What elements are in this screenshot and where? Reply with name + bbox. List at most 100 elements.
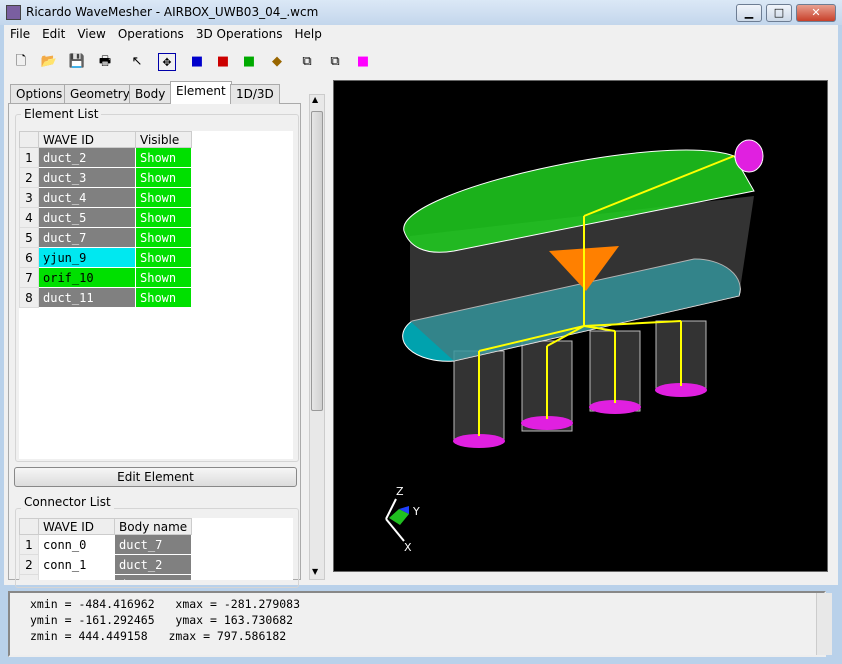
row-number: 3 (19, 187, 39, 208)
open-folder-icon[interactable]: 📂 (40, 53, 58, 71)
row-number: 4 (19, 207, 39, 228)
console-line: xmin = -484.416962 xmax = -281.279083 (30, 597, 301, 611)
axis-z-label: Z (396, 485, 404, 498)
menu-file[interactable]: File (4, 25, 36, 43)
row-number: 1 (19, 147, 39, 168)
visible-cell[interactable]: Shown (135, 227, 192, 248)
row-number: 2 (19, 167, 39, 188)
wave-id-cell[interactable]: conn_1 (38, 554, 115, 575)
connector-table: WAVE ID Body name 1 conn_0 duct_7 2 conn_1 duc… (19, 518, 293, 580)
row-number: 2 (19, 554, 39, 575)
axis-y-label: Y (412, 505, 420, 518)
edit-element-button[interactable]: Edit Element (14, 467, 297, 487)
table-row[interactable]: 3conn_2duct_4 (19, 574, 193, 580)
visible-cell[interactable]: Shown (135, 167, 192, 188)
save-icon[interactable]: 💾 (68, 53, 86, 71)
wave-id-cell[interactable]: yjun_9 (38, 247, 136, 268)
toolbar: 🗋 📂 💾 🖶 ↖ ✥ ■ ■ ■ ◆ ⧉ ⧉ ■ (4, 45, 838, 77)
wireframe-box-icon[interactable]: ⧉ (298, 53, 316, 71)
menu-edit[interactable]: Edit (36, 25, 71, 43)
view-zx-icon[interactable]: ■ (240, 53, 258, 71)
shaded-box-icon[interactable]: ⧉ (326, 53, 344, 71)
select-arrow-icon[interactable]: ↖ (128, 53, 146, 71)
col-visible[interactable]: Visible (135, 131, 192, 148)
mesh-render: Z Y X (385, 139, 764, 554)
fit-view-icon[interactable]: ✥ (158, 53, 176, 71)
menu-bar: File Edit View Operations 3D Operations Help (4, 25, 838, 45)
tab-geometry[interactable]: Geometry (64, 84, 136, 104)
row-number: 7 (19, 267, 39, 288)
tab-element[interactable]: Element (170, 81, 232, 104)
console-scrollbar[interactable] (816, 593, 832, 655)
wave-id-cell[interactable]: duct_11 (38, 287, 136, 308)
col-body-name[interactable]: Body name (113, 518, 193, 535)
row-number: 3 (19, 574, 39, 580)
window-title: Ricardo WaveMesher - AIRBOX_UWB03_04_.wc… (26, 5, 319, 19)
scroll-up-icon[interactable]: ▲ (312, 95, 318, 104)
3d-viewport[interactable]: Z Y X (333, 80, 828, 572)
new-file-icon[interactable]: 🗋 (12, 53, 30, 71)
table-row[interactable]: 3 duct_4 Shown (19, 187, 192, 208)
minimize-button[interactable]: ▁ (736, 4, 762, 22)
title-bar: Ricardo WaveMesher - AIRBOX_UWB03_04_.wc… (0, 0, 842, 25)
wave-id-cell[interactable]: duct_2 (38, 147, 136, 168)
wave-id-cell[interactable]: conn_0 (38, 534, 115, 555)
table-row[interactable]: 5 duct_7 Shown (19, 227, 192, 248)
view-yx-icon[interactable]: ■ (188, 53, 206, 71)
visible-cell[interactable]: Shown (135, 187, 192, 208)
table-row[interactable]: 2 duct_3 Shown (19, 167, 192, 188)
visible-cell[interactable]: Shown (135, 287, 192, 308)
visible-cell[interactable]: Shown (135, 207, 192, 228)
scroll-down-icon[interactable]: ▼ (312, 567, 318, 576)
scroll-thumb[interactable] (311, 111, 323, 411)
menu-view[interactable]: View (71, 25, 111, 43)
element-table: WAVE ID Visible 1 duct_2 Shown 2 duct_3 Shown 3… (19, 131, 293, 459)
axis-x-label: X (404, 541, 412, 554)
tab-body[interactable]: Body (129, 84, 172, 104)
body-name-cell[interactable]: duct_7 (113, 534, 193, 555)
element-list-label: Element List (21, 107, 102, 121)
row-number: 8 (19, 287, 39, 308)
table-row[interactable]: 7 orif_10 Shown (19, 267, 192, 288)
console-line: zmin = 444.449158 zmax = 797.586182 (30, 629, 287, 643)
visible-cell[interactable]: Shown (135, 147, 192, 168)
tab-options[interactable]: Options (10, 84, 69, 104)
table-row[interactable]: 8 duct_11 Shown (19, 287, 192, 308)
table-row[interactable]: 1 conn_0 duct_7 (19, 534, 193, 555)
col-wave-id[interactable]: WAVE ID (38, 131, 136, 148)
close-button[interactable]: ✕ (796, 4, 836, 22)
table-row[interactable]: 2 conn_1 duct_2 (19, 554, 193, 575)
body-name-cell[interactable]: duct_2 (113, 554, 193, 575)
axis-triad (385, 498, 409, 542)
menu-operations[interactable]: Operations (112, 25, 190, 43)
row-number: 1 (19, 534, 39, 555)
row-number: 5 (19, 227, 39, 248)
wave-id-cell[interactable]: duct_4 (38, 187, 136, 208)
print-icon[interactable]: 🖶 (96, 53, 114, 71)
table-row[interactable]: 1 duct_2 Shown (19, 147, 192, 168)
wave-id-cell[interactable]: duct_7 (38, 227, 136, 248)
col-wave-id[interactable]: WAVE ID (38, 518, 115, 535)
table-row[interactable]: 6 yjun_9 Shown (19, 247, 192, 268)
visible-cell[interactable]: Shown (135, 267, 192, 288)
tab-1d3d[interactable]: 1D/3D (230, 84, 280, 104)
connector-list-label: Connector List (21, 495, 114, 509)
color-magenta-icon[interactable]: ■ (354, 53, 372, 71)
wave-id-cell[interactable]: duct_3 (38, 167, 136, 188)
body-name-cell[interactable]: duct_4 (113, 574, 193, 580)
wave-id-cell[interactable]: duct_5 (38, 207, 136, 228)
view-iso-icon[interactable]: ◆ (268, 53, 286, 71)
wave-id-cell[interactable]: orif_10 (38, 267, 136, 288)
console-line: ymin = -161.292465 ymax = 163.730682 (30, 613, 294, 627)
panel-scrollbar[interactable]: ▲ ▼ (309, 94, 325, 580)
wave-id-cell[interactable]: conn_2 (38, 574, 115, 580)
table-row[interactable]: 4 duct_5 Shown (19, 207, 192, 228)
menu-3d-operations[interactable]: 3D Operations (190, 25, 289, 43)
visible-cell[interactable]: Shown (135, 247, 192, 268)
row-number: 6 (19, 247, 39, 268)
view-yz-icon[interactable]: ■ (214, 53, 232, 71)
maximize-button[interactable]: □ (766, 4, 792, 22)
menu-help[interactable]: Help (288, 25, 327, 43)
app-icon (6, 5, 21, 20)
inlet-face (734, 139, 764, 173)
